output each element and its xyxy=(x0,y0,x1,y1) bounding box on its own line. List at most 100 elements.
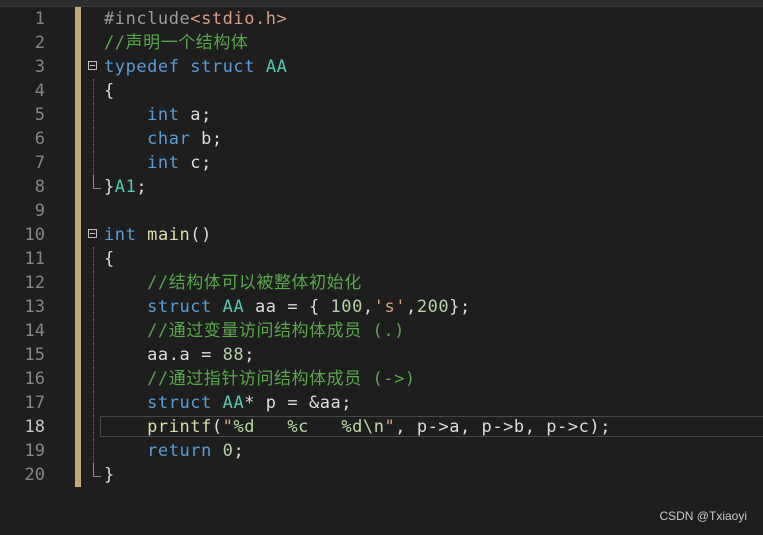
code-line[interactable]: 16 //通过指针访问结构体成员 (->) xyxy=(0,367,763,391)
code-token: #include xyxy=(104,9,191,29)
code-token: AA xyxy=(265,57,288,77)
code-token: AA xyxy=(222,393,245,413)
fold-guide xyxy=(93,319,94,343)
code-token: 100 xyxy=(330,297,363,317)
code-token: typedef xyxy=(104,57,180,77)
line-number: 15 xyxy=(24,345,45,365)
change-marker xyxy=(75,319,81,343)
code-line[interactable]: 1 #include<stdio.h> xyxy=(0,7,763,31)
code-line[interactable]: 19 return 0; xyxy=(0,439,763,463)
line-code: //通过指针访问结构体成员 (->) xyxy=(104,367,416,391)
fold-end xyxy=(93,463,101,477)
code-line[interactable]: 7 int c; xyxy=(0,151,763,175)
code-line[interactable]: 11 { xyxy=(0,247,763,271)
code-token: } xyxy=(104,177,115,197)
code-token: main xyxy=(147,225,191,245)
fold-guide xyxy=(93,391,94,415)
code-token: //声明一个结构体 xyxy=(104,33,249,53)
line-code: char b; xyxy=(104,127,223,151)
line-number: 19 xyxy=(24,441,45,461)
editor-top-strip xyxy=(0,0,763,7)
fold-guide xyxy=(93,439,94,463)
line-code: struct AA* p = &aa; xyxy=(104,391,352,415)
line-code: #include<stdio.h> xyxy=(104,7,287,31)
code-line[interactable]: 15 aa.a = 88; xyxy=(0,343,763,367)
fold-guide xyxy=(93,343,94,367)
code-token: AA xyxy=(222,297,245,317)
fold-end xyxy=(93,175,101,189)
change-marker xyxy=(75,367,81,391)
code-line[interactable]: 14 //通过变量访问结构体成员 (.) xyxy=(0,319,763,343)
code-token: } xyxy=(104,465,115,485)
change-marker xyxy=(75,79,81,103)
line-number: 4 xyxy=(34,81,45,101)
change-marker xyxy=(75,175,81,199)
code-line[interactable]: 6 char b; xyxy=(0,127,763,151)
collapse-minus-icon[interactable] xyxy=(88,61,97,70)
code-token: int xyxy=(147,105,180,125)
code-token: , xyxy=(406,297,417,317)
code-token: }; xyxy=(449,297,471,317)
change-marker xyxy=(75,295,81,319)
code-token: 88 xyxy=(222,345,245,365)
code-line[interactable]: 3 typedef struct AA xyxy=(0,55,763,79)
code-token: return xyxy=(147,441,212,461)
change-marker xyxy=(75,31,81,55)
line-code: return 0; xyxy=(104,439,244,463)
line-number: 20 xyxy=(24,465,45,485)
fold-guide xyxy=(93,295,94,319)
code-line[interactable]: 17 struct AA* p = &aa; xyxy=(0,391,763,415)
line-number: 12 xyxy=(24,273,45,293)
code-token: //通过变量访问结构体成员 (.) xyxy=(147,321,405,341)
change-marker xyxy=(75,103,81,127)
code-token: { xyxy=(104,81,115,101)
fold-guide xyxy=(93,127,94,151)
collapse-minus-icon[interactable] xyxy=(88,229,97,238)
fold-guide xyxy=(93,271,94,295)
code-line[interactable]: 20} xyxy=(0,463,763,487)
line-code: //声明一个结构体 xyxy=(104,31,248,55)
line-code: int c; xyxy=(104,151,212,175)
line-code: //通过变量访问结构体成员 (.) xyxy=(104,319,405,343)
code-line[interactable]: 10 int main() xyxy=(0,223,763,247)
line-code: printf("%d %c %d\n", p->a, p->b, p->c); xyxy=(104,415,611,439)
code-line[interactable]: 12 //结构体可以被整体初始化 xyxy=(0,271,763,295)
code-line[interactable]: 5 int a; xyxy=(0,103,763,127)
code-token: ( xyxy=(211,417,223,437)
code-editor[interactable]: 1 #include<stdio.h> 2 //声明一个结构体 3 typedef s… xyxy=(0,7,763,487)
code-token: printf xyxy=(147,417,212,437)
code-line[interactable]: 4{ xyxy=(0,79,763,103)
code-line[interactable]: 13 struct AA aa = { 100,'s',200}; xyxy=(0,295,763,319)
code-token: A1 xyxy=(114,177,137,197)
code-token: , xyxy=(362,297,374,317)
change-marker xyxy=(75,127,81,151)
code-token: int xyxy=(147,153,180,173)
code-token: * p = &aa; xyxy=(244,393,353,413)
change-marker xyxy=(75,391,81,415)
code-line[interactable]: 8}A1; xyxy=(0,175,763,199)
code-line[interactable]: 9 xyxy=(0,199,763,223)
code-token: 0 xyxy=(222,441,234,461)
code-token: a; xyxy=(179,105,212,125)
line-number: 14 xyxy=(24,321,45,341)
code-line[interactable]: 2 //声明一个结构体 xyxy=(0,31,763,55)
code-token: () xyxy=(190,225,212,245)
code-line-current[interactable]: 18 printf("%d %c %d\n", p->a, p->b, p->c… xyxy=(0,415,763,439)
line-code: int main() xyxy=(104,223,212,247)
code-token: //结构体可以被整体初始化 xyxy=(147,273,362,293)
line-number: 7 xyxy=(34,153,45,173)
code-token: ; xyxy=(244,345,256,365)
line-number: 10 xyxy=(24,225,45,245)
